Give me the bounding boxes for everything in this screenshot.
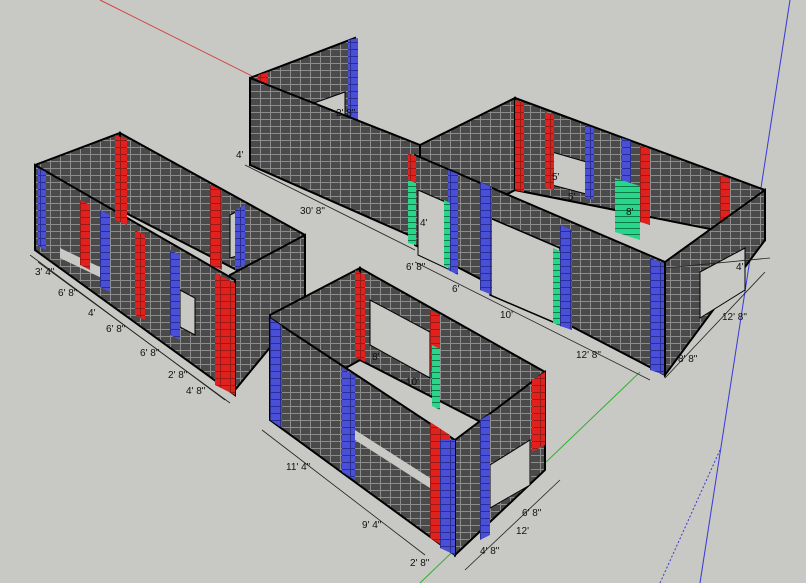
front-blue-col-4 [480,414,490,540]
dim-label: 8' [626,207,634,218]
dim-label: 3' 4" [35,267,55,278]
dim-label: 2' 8" [168,370,188,381]
dim-label: 30' 8" [300,206,325,217]
left-blue-col-1 [38,168,46,250]
dim-label: 4' [88,308,96,319]
dim-label: 8' [372,352,380,363]
dim-label: 10' [406,377,419,388]
left-red-col-1 [115,135,127,225]
large-front-blue-4 [650,258,665,375]
dim-label: 11' 4" [286,462,311,473]
dim-label: 6' 8" [522,508,542,519]
dim-label: 6' 8" [140,348,160,359]
model-viewport[interactable]: 3' 4" 6' 8" 4' 6' 8" 6' 8" 2' 8" 4' 8" 4… [0,0,806,583]
front-red-col-2 [355,270,365,362]
dim-label: 4' 8" [480,546,500,557]
left-red-col-4 [135,230,145,320]
scene-canvas[interactable]: 3' 4" 6' 8" 4' 6' 8" 6' 8" 2' 8" 4' 8" 4… [0,0,806,583]
left-red-col-2 [210,185,222,270]
dim-label: 6' 8" [58,288,78,299]
dim-label: 4' [736,262,744,273]
dim-label: 8' 8" [678,354,698,365]
dim-label: 6' [452,284,460,295]
dim-label: 5' [552,172,560,183]
large-red-column-3 [640,146,650,225]
large-front-green-2 [444,200,450,268]
large-red-column-1 [515,100,524,192]
dim-label: 4' [236,150,244,161]
blue-axis-dotted [659,449,721,583]
left-blue-col-4 [235,205,245,270]
left-blue-col-2 [100,210,110,292]
dim-label: 5' [568,192,576,203]
dim-label: 12' 8" [722,312,747,323]
large-front-blue-2 [480,182,492,295]
front-blue-col-3 [440,440,455,555]
front-green-col [432,345,440,410]
large-front-green-3 [553,248,560,326]
left-front-window [179,289,196,336]
front-end-red [532,372,545,452]
dim-label: 12' 8" [576,350,601,361]
large-front-green-1 [408,180,416,245]
large-front-blue-3 [560,225,572,330]
dim-label: 6' 8" [406,262,426,273]
dim-label: 2' 8" [410,558,430,569]
dim-label: 4' 8" [186,386,206,397]
front-blue-col-2 [342,368,355,480]
dim-label: 4' [420,218,428,229]
dim-label: 10' [500,310,513,321]
left-red-col-5 [215,273,235,395]
dim-label: 12' [516,526,529,537]
dim-label: 9' 4" [362,520,382,531]
large-blue-column-1 [585,125,594,200]
dim-label: 6' 8" [106,324,126,335]
left-blue-col-3 [170,250,180,340]
front-blue-col-1 [270,318,282,428]
left-red-col-3 [80,200,90,270]
dim-label: 2' 8" [336,108,356,119]
